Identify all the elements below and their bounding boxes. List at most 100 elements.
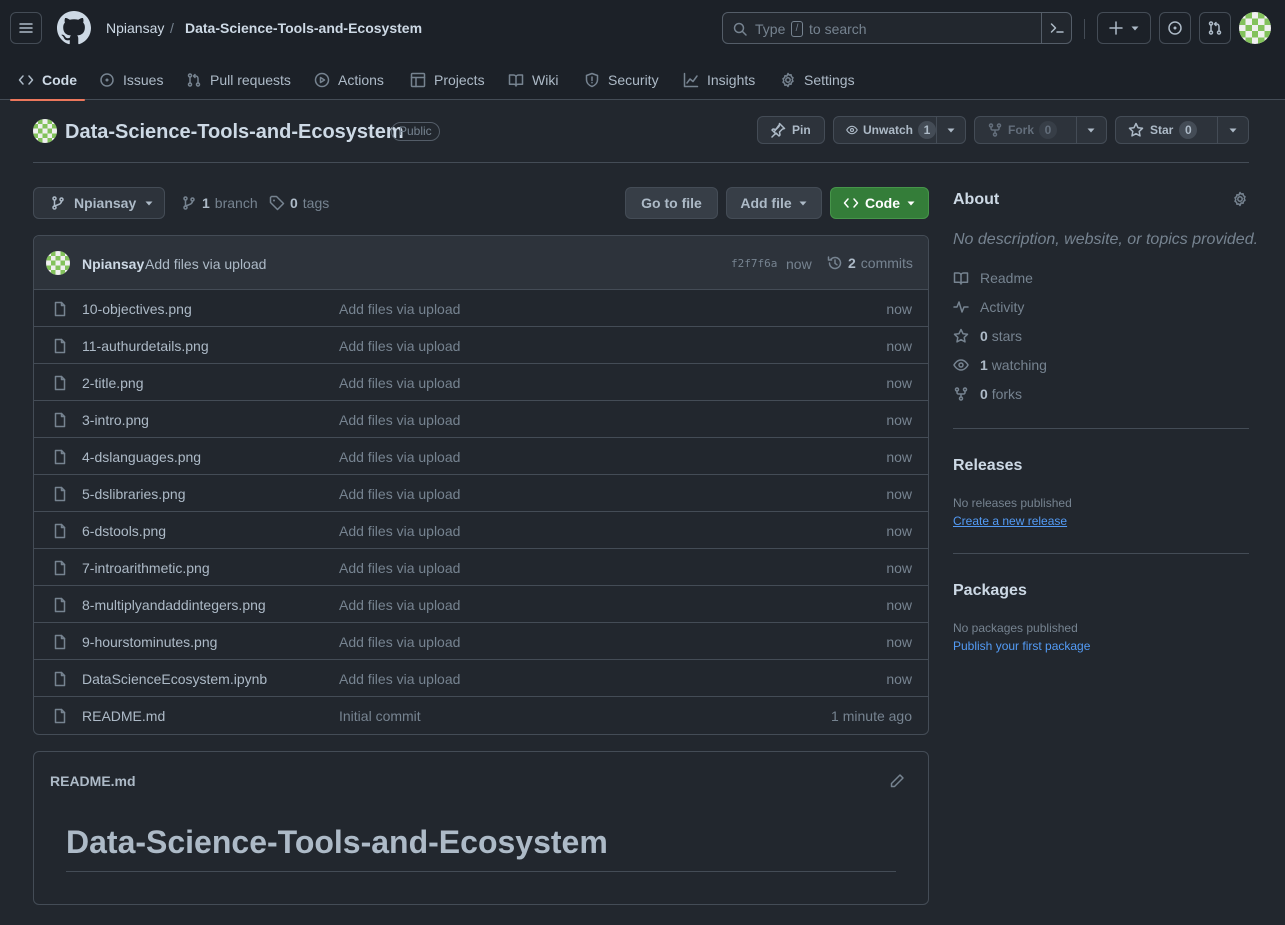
readme-link[interactable]: Readme [953, 270, 1033, 286]
releases-title[interactable]: Releases [953, 457, 1022, 475]
tab-issues[interactable]: Issues [99, 60, 163, 100]
file-name[interactable]: 11-authurdetails.png [82, 338, 209, 354]
unwatch-button[interactable]: Unwatch 1 [833, 116, 966, 144]
tags-link[interactable]: 0 tags [269, 195, 329, 211]
file-row[interactable]: 11-authurdetails.png Add files via upload… [34, 327, 928, 364]
tab-code[interactable]: Code [10, 60, 85, 101]
github-logo-icon[interactable] [57, 11, 91, 45]
tab-security[interactable]: Security [584, 60, 659, 100]
file-row[interactable]: 9-hourstominutes.png Add files via upload… [34, 623, 928, 660]
tab-insights[interactable]: Insights [683, 60, 755, 100]
star-button[interactable]: Star 0 [1115, 116, 1249, 144]
activity-link[interactable]: Activity [953, 299, 1024, 315]
tab-security-label: Security [608, 72, 659, 88]
file-name[interactable]: 5-dslibraries.png [82, 486, 186, 502]
file-commit-message[interactable]: Add files via upload [339, 523, 460, 539]
tab-projects[interactable]: Projects [410, 60, 485, 100]
readme-filename[interactable]: README.md [50, 773, 136, 789]
publish-package-link[interactable]: Publish your first package [953, 639, 1090, 653]
repo-title[interactable]: Data-Science-Tools-and-Ecosystem [65, 121, 404, 144]
global-header: Npiansay / Data-Science-Tools-and-Ecosys… [0, 0, 1285, 101]
add-file-button[interactable]: Add file [726, 187, 822, 219]
forks-link[interactable]: 0 forks [953, 386, 1022, 402]
fork-dropdown[interactable] [1075, 117, 1107, 143]
caret-down-icon [145, 201, 153, 206]
watch-dropdown[interactable] [936, 117, 965, 143]
file-commit-time: now [886, 338, 912, 354]
file-name[interactable]: 2-title.png [82, 375, 143, 391]
your-pull-requests-button[interactable] [1199, 12, 1231, 44]
breadcrumb-repo[interactable]: Data-Science-Tools-and-Ecosystem [185, 20, 422, 36]
file-commit-message[interactable]: Add files via upload [339, 449, 460, 465]
pin-icon [771, 122, 786, 138]
file-commit-message[interactable]: Add files via upload [339, 338, 460, 354]
file-row[interactable]: 5-dslibraries.png Add files via upload now [34, 475, 928, 512]
star-dropdown[interactable] [1217, 117, 1248, 143]
commit-message[interactable]: Add files via upload [145, 256, 266, 272]
file-name[interactable]: 7-introarithmetic.png [82, 560, 210, 576]
commit-author-avatar[interactable] [46, 251, 70, 275]
file-name[interactable]: 3-intro.png [82, 412, 149, 428]
file-name[interactable]: 10-objectives.png [82, 301, 192, 317]
branch-selector[interactable]: Npiansay [33, 187, 165, 219]
create-release-link[interactable]: Create a new release [953, 514, 1067, 528]
file-row[interactable]: 6-dstools.png Add files via upload now [34, 512, 928, 549]
file-icon [52, 634, 68, 650]
file-commit-message[interactable]: Add files via upload [339, 671, 460, 687]
breadcrumb-owner[interactable]: Npiansay [106, 20, 164, 36]
code-download-button[interactable]: Code [830, 187, 929, 219]
search-placeholder-suffix: to search [809, 21, 867, 37]
tab-settings[interactable]: Settings [780, 60, 855, 100]
create-new-button[interactable] [1097, 12, 1151, 44]
file-row[interactable]: 10-objectives.png Add files via upload now [34, 290, 928, 327]
file-row[interactable]: README.md Initial commit 1 minute ago [34, 697, 928, 734]
tab-projects-label: Projects [434, 72, 485, 88]
caret-down-icon [907, 201, 915, 206]
file-commit-message[interactable]: Add files via upload [339, 486, 460, 502]
tab-actions[interactable]: Actions [314, 60, 384, 100]
file-commit-message[interactable]: Add files via upload [339, 301, 460, 317]
file-commit-message[interactable]: Add files via upload [339, 375, 460, 391]
file-row[interactable]: DataScienceEcosystem.ipynb Add files via … [34, 660, 928, 697]
repo-owner-avatar[interactable] [33, 119, 57, 143]
gear-icon[interactable] [1232, 191, 1248, 207]
tab-pull-requests[interactable]: Pull requests [186, 60, 291, 100]
your-issues-button[interactable] [1159, 12, 1191, 44]
stars-link[interactable]: 0 stars [953, 328, 1022, 344]
tab-wiki[interactable]: Wiki [508, 60, 558, 100]
commit-author[interactable]: Npiansay [82, 256, 144, 272]
branches-link[interactable]: 1 branch [181, 195, 258, 211]
file-name[interactable]: 8-multiplyandaddintegers.png [82, 597, 266, 613]
file-row[interactable]: 8-multiplyandaddintegers.png Add files vi… [34, 586, 928, 623]
file-name[interactable]: 4-dslanguages.png [82, 449, 201, 465]
file-name[interactable]: 6-dstools.png [82, 523, 166, 539]
watching-link[interactable]: 1 watching [953, 357, 1047, 373]
file-commit-message[interactable]: Add files via upload [339, 560, 460, 576]
commit-sha[interactable]: f2f7f6a [731, 257, 777, 270]
menu-button[interactable] [10, 12, 42, 44]
file-row[interactable]: 2-title.png Add files via upload now [34, 364, 928, 401]
file-commit-time: now [886, 634, 912, 650]
file-commit-message[interactable]: Add files via upload [339, 412, 460, 428]
file-row[interactable]: 3-intro.png Add files via upload now [34, 401, 928, 438]
activity-link-label: Activity [980, 299, 1025, 315]
file-commit-message[interactable]: Add files via upload [339, 634, 460, 650]
file-name[interactable]: README.md [82, 708, 165, 724]
commits-link[interactable]: 2 commits [827, 255, 913, 271]
fork-button[interactable]: Fork 0 [974, 116, 1107, 144]
pencil-icon[interactable] [889, 773, 905, 789]
table-icon [410, 72, 426, 88]
file-commit-message[interactable]: Add files via upload [339, 597, 460, 613]
go-to-file-button[interactable]: Go to file [625, 187, 718, 219]
file-name[interactable]: DataScienceEcosystem.ipynb [82, 671, 267, 687]
search-input[interactable]: Type / to search [722, 12, 1072, 44]
file-row[interactable]: 7-introarithmetic.png Add files via uploa… [34, 549, 928, 586]
packages-title[interactable]: Packages [953, 582, 1027, 600]
file-name[interactable]: 9-hourstominutes.png [82, 634, 217, 650]
file-row[interactable]: 4-dslanguages.png Add files via upload now [34, 438, 928, 475]
command-palette-button[interactable] [1041, 13, 1072, 43]
eye-icon [953, 359, 969, 371]
user-avatar[interactable] [1239, 12, 1271, 44]
pin-button[interactable]: Pin [757, 116, 825, 144]
file-commit-message[interactable]: Initial commit [339, 708, 421, 724]
